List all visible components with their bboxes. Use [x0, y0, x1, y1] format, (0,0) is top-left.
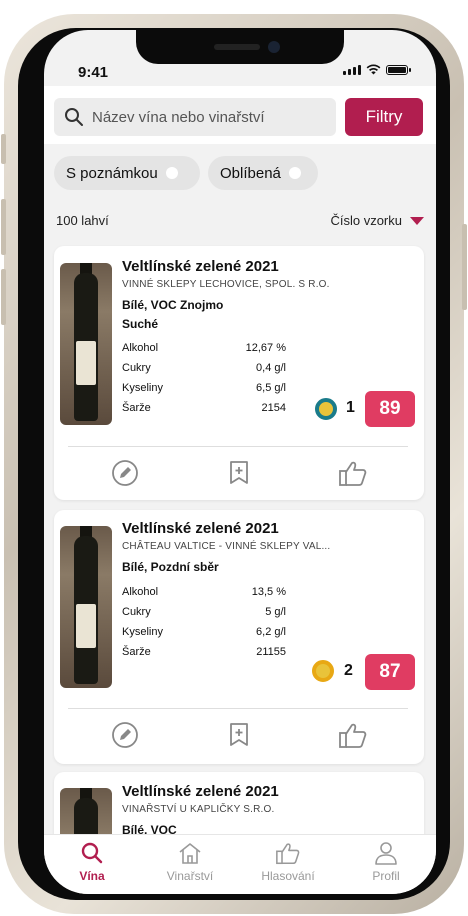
score-badge: 89 [365, 391, 415, 427]
stat-batch: Šarže 21155 [122, 646, 286, 658]
status-time: 9:41 [78, 64, 109, 81]
chip-label: S poznámkou [66, 164, 158, 182]
divider [68, 708, 408, 709]
edit-note-button[interactable] [110, 720, 140, 750]
like-button[interactable] [338, 720, 368, 750]
stat-alcohol: Alkohol 13,5 % [122, 586, 286, 598]
tab-label: Hlasování [261, 869, 315, 883]
divider [68, 446, 408, 447]
person-icon [375, 842, 397, 865]
wine-card[interactable]: Veltlínské zelené 2021 CHÂTEAU VALTICE -… [54, 510, 424, 764]
stat-alcohol: Alkohol 12,67 % [122, 342, 286, 354]
search-input[interactable]: Název vína nebo vinařství [54, 98, 336, 136]
toggle-dot [288, 167, 301, 179]
wine-bottle-image [60, 526, 112, 688]
chip-favorites[interactable]: Oblíbená [208, 156, 318, 190]
mute-switch [1, 134, 6, 164]
tab-label: Vína [79, 869, 105, 883]
edit-note-button[interactable] [110, 458, 140, 488]
wifi-icon [366, 64, 381, 75]
chip-label: Oblíbená [220, 164, 281, 182]
bookmark-add-icon [230, 461, 248, 484]
tab-wineries[interactable]: Vinařství [150, 841, 230, 883]
tab-bar: Vína Vinařství Hlasování Profil [44, 834, 436, 894]
wine-producer: CHÂTEAU VALTICE - VINNÉ SKLEPY VAL... [122, 541, 331, 552]
wine-type: Bílé, VOC Znojmo [122, 298, 224, 312]
stat-acidity: Kyseliny 6,5 g/l [122, 382, 286, 394]
wine-name: Veltlínské zelené 2021 [122, 520, 279, 537]
search-icon [65, 108, 83, 126]
medal-icon [312, 660, 334, 682]
wine-bottle-image [60, 263, 112, 425]
score-badge: 87 [365, 654, 415, 690]
sort-label: Číslo vzorku [330, 213, 402, 228]
tab-voting[interactable]: Hlasování [248, 841, 328, 883]
search-placeholder: Název vína nebo vinařství [92, 108, 265, 126]
medal-rank: 1 [346, 399, 355, 416]
stat-sugar: Cukry 0,4 g/l [122, 362, 286, 374]
list-header: 100 lahví Číslo vzorku [56, 213, 424, 228]
tab-label: Vinařství [166, 869, 214, 883]
medal-rank: 2 [344, 662, 353, 679]
bookmark-add-button[interactable] [224, 458, 254, 488]
notch [136, 30, 344, 64]
signal-icon [343, 65, 361, 75]
app-screen: 9:41 Název vína nebo vinařství Filtry S … [44, 30, 436, 894]
toggle-dot [165, 167, 178, 179]
wine-name: Veltlínské zelené 2021 [122, 258, 279, 275]
wine-sweetness: Suché [122, 317, 159, 331]
filter-button[interactable]: Filtry [345, 98, 423, 136]
sort-arrow-icon [410, 216, 424, 225]
bottle-count: 100 lahví [56, 213, 109, 228]
search-icon [81, 842, 103, 864]
bookmark-add-button[interactable] [224, 720, 254, 750]
wine-producer: VINNÉ SKLEPY LECHOVICE, SPOL. S R.O. [122, 279, 330, 290]
speaker [214, 44, 260, 50]
thumbs-up-icon [339, 723, 367, 748]
like-button[interactable] [338, 458, 368, 488]
stat-sugar: Cukry 5 g/l [122, 606, 286, 618]
wine-card[interactable]: Veltlínské zelené 2021 VINNÉ SKLEPY LECH… [54, 246, 424, 500]
power-button [462, 224, 467, 310]
wine-name: Veltlínské zelené 2021 [122, 783, 279, 800]
tab-profile[interactable]: Profil [346, 841, 426, 883]
front-camera [268, 41, 280, 53]
tab-wines[interactable]: Vína [52, 841, 132, 883]
stat-acidity: Kyseliny 6,2 g/l [122, 626, 286, 638]
volume-down-button [1, 269, 6, 325]
pencil-icon [112, 722, 138, 748]
tab-label: Profil [372, 869, 400, 883]
wine-type: Bílé, Pozdní sběr [122, 560, 219, 574]
wine-producer: VINAŘSTVÍ U KAPLIČKY S.R.O. [122, 804, 275, 815]
status-icons [343, 64, 411, 75]
sort-dropdown[interactable]: Číslo vzorku [330, 213, 424, 228]
thumbs-up-icon [276, 843, 300, 865]
chip-with-note[interactable]: S poznámkou [54, 156, 200, 190]
search-bar: Název vína nebo vinařství Filtry [44, 86, 436, 144]
stat-batch: Šarže 2154 [122, 402, 286, 414]
medal-icon [315, 398, 337, 420]
home-icon [179, 843, 201, 864]
battery-icon [386, 65, 411, 75]
pencil-icon [112, 460, 138, 486]
volume-up-button [1, 199, 6, 255]
bookmark-add-icon [230, 723, 248, 746]
thumbs-up-icon [339, 461, 367, 486]
